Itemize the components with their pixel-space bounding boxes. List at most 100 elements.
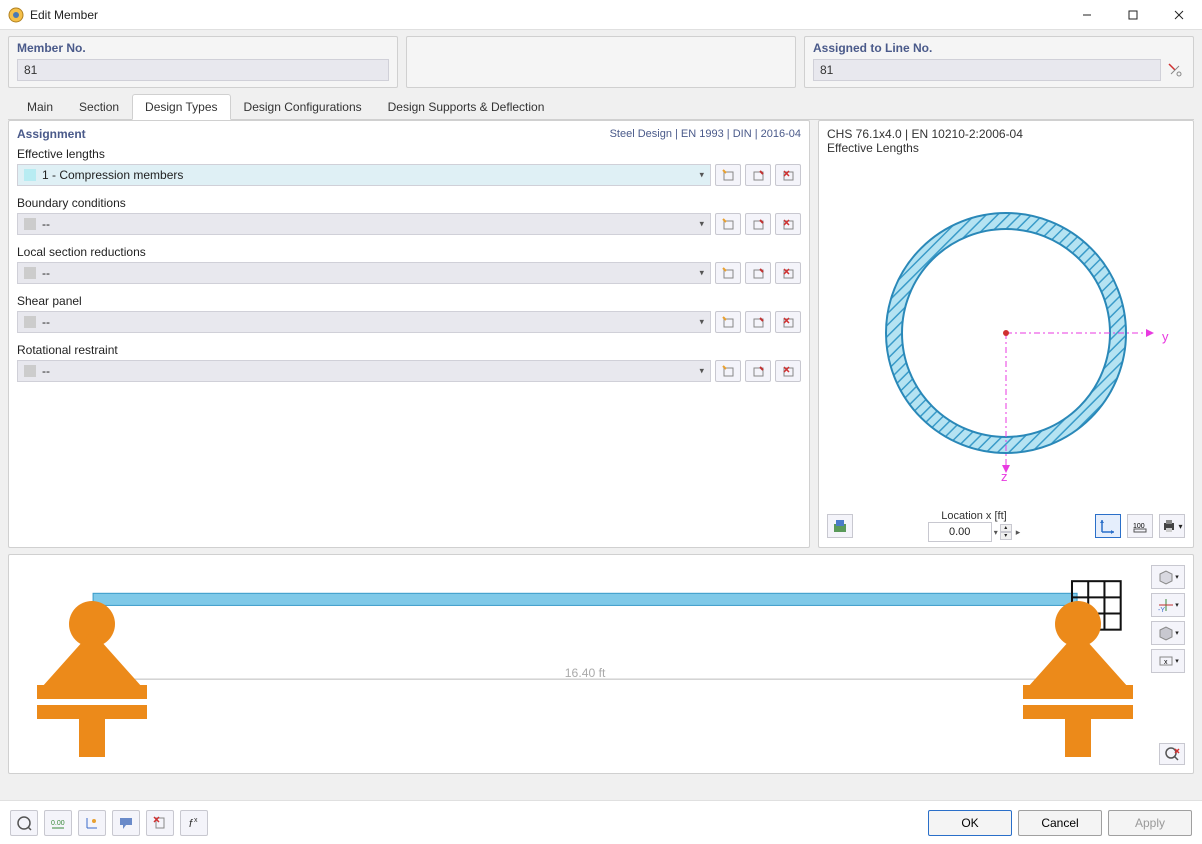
- minimize-button[interactable]: [1064, 0, 1110, 30]
- svg-text:x: x: [1164, 659, 1168, 666]
- edit-effective-lengths-button[interactable]: [745, 164, 771, 186]
- delete-local-section-button[interactable]: [775, 262, 801, 284]
- edit-shear-button[interactable]: [745, 311, 771, 333]
- new-local-section-button[interactable]: [715, 262, 741, 284]
- shear-panel-label: Shear panel: [17, 294, 801, 308]
- assigned-line-label: Assigned to Line No.: [813, 41, 1185, 55]
- shear-panel-combo[interactable]: -- ▾: [17, 311, 711, 333]
- units-button[interactable]: 0.00: [44, 810, 72, 836]
- edit-rotational-button[interactable]: [745, 360, 771, 382]
- chevron-down-icon: ▾: [699, 268, 704, 279]
- delete-effective-lengths-button[interactable]: [775, 164, 801, 186]
- local-section-value: --: [42, 266, 50, 280]
- local-section-label: Local section reductions: [17, 245, 801, 259]
- location-label: Location x [ft]: [941, 510, 1006, 522]
- rotational-restraint-combo[interactable]: -- ▾: [17, 360, 711, 382]
- header-row: Member No. Assigned to Line No.: [8, 36, 1194, 88]
- main-area: Assignment Steel Design | EN 1993 | DIN …: [8, 120, 1194, 800]
- tab-section[interactable]: Section: [66, 94, 132, 119]
- help-button[interactable]: [10, 810, 38, 836]
- right-support-icon: [1023, 601, 1133, 751]
- apply-button[interactable]: Apply: [1108, 810, 1192, 836]
- print-button[interactable]: ▾: [1159, 514, 1185, 538]
- member-no-input[interactable]: [17, 59, 389, 81]
- rotational-restraint-label: Rotational restraint: [17, 343, 801, 357]
- app-icon: [8, 7, 24, 23]
- svg-text:x: x: [194, 817, 198, 824]
- assigned-line-input[interactable]: [813, 59, 1161, 81]
- location-value[interactable]: 0.00: [928, 522, 992, 542]
- axis-y-label: y: [1162, 329, 1169, 344]
- boundary-conditions-value: --: [42, 217, 50, 231]
- new-rotational-button[interactable]: [715, 360, 741, 382]
- delete-rotational-button[interactable]: [775, 360, 801, 382]
- new-effective-lengths-button[interactable]: [715, 164, 741, 186]
- assigned-line-box: Assigned to Line No.: [804, 36, 1194, 88]
- cancel-button[interactable]: Cancel: [1018, 810, 1102, 836]
- effective-lengths-value: 1 - Compression members: [42, 168, 183, 182]
- header-spacer: [406, 36, 796, 88]
- titlebar: Edit Member: [0, 0, 1202, 30]
- new-boundary-button[interactable]: [715, 213, 741, 235]
- local-section-combo[interactable]: -- ▾: [17, 262, 711, 284]
- view-local-axes-button[interactable]: x▾: [1151, 649, 1185, 673]
- delete-shear-button[interactable]: [775, 311, 801, 333]
- tab-main[interactable]: Main: [14, 94, 66, 119]
- view-axes-button[interactable]: [1095, 514, 1121, 538]
- view-shade-button[interactable]: ▾: [1151, 621, 1185, 645]
- new-shear-button[interactable]: [715, 311, 741, 333]
- effective-lengths-label: Effective lengths: [17, 147, 801, 161]
- edit-boundary-button[interactable]: [745, 213, 771, 235]
- boundary-conditions-combo[interactable]: -- ▾: [17, 213, 711, 235]
- step-up-icon[interactable]: ▴: [1000, 524, 1012, 532]
- assignment-title: Assignment: [17, 127, 86, 141]
- close-button[interactable]: [1156, 0, 1202, 30]
- left-support-icon: [37, 601, 147, 751]
- ok-button[interactable]: OK: [928, 810, 1012, 836]
- reset-view-button[interactable]: [1159, 743, 1185, 765]
- effective-lengths-combo[interactable]: 1 - Compression members ▾: [17, 164, 711, 186]
- member-span-view[interactable]: 16.40 ft: [17, 563, 1143, 765]
- window-title: Edit Member: [30, 8, 1064, 22]
- view-iso-button[interactable]: ▾: [1151, 565, 1185, 589]
- field-local-section-reductions: Local section reductions -- ▾: [17, 245, 801, 284]
- preview-pick-button[interactable]: [827, 514, 853, 538]
- field-rotational-restraint: Rotational restraint -- ▾: [17, 343, 801, 382]
- upper-row: Assignment Steel Design | EN 1993 | DIN …: [8, 120, 1194, 548]
- coords-button[interactable]: [78, 810, 106, 836]
- chevron-down-icon: ▾: [699, 366, 704, 377]
- pick-line-icon[interactable]: [1165, 60, 1185, 80]
- edit-local-section-button[interactable]: [745, 262, 771, 284]
- chevron-down-icon[interactable]: ▾: [994, 528, 998, 537]
- view-units-button[interactable]: 100: [1127, 514, 1153, 538]
- footer: 0.00 fx OK Cancel Apply: [0, 800, 1202, 844]
- field-shear-panel: Shear panel -- ▾: [17, 294, 801, 333]
- maximize-button[interactable]: [1110, 0, 1156, 30]
- function-button[interactable]: fx: [180, 810, 208, 836]
- play-icon[interactable]: ▸: [1016, 527, 1021, 538]
- member-no-label: Member No.: [17, 41, 389, 55]
- section-name: CHS 76.1x4.0 | EN 10210-2:2006-04: [827, 127, 1185, 141]
- clear-button[interactable]: [146, 810, 174, 836]
- chevron-down-icon: ▾: [699, 219, 704, 230]
- tabstrip: Main Section Design Types Design Configu…: [8, 94, 1194, 120]
- span-tools: ▾ -Y▾ ▾ x▾: [1151, 565, 1185, 673]
- location-spinner[interactable]: 0.00 ▾ ▴ ▾ ▸: [928, 522, 1021, 542]
- span-length-label: 16.40 ft: [565, 666, 606, 680]
- tab-design-configurations[interactable]: Design Configurations: [231, 94, 375, 119]
- delete-boundary-button[interactable]: [775, 213, 801, 235]
- dialog-body: Member No. Assigned to Line No. Main Sec…: [0, 30, 1202, 800]
- preview-subtitle: Effective Lengths: [827, 141, 1185, 155]
- view-axes-toggle[interactable]: -Y▾: [1151, 593, 1185, 617]
- step-down-icon[interactable]: ▾: [1000, 532, 1012, 540]
- boundary-conditions-label: Boundary conditions: [17, 196, 801, 210]
- svg-text:-Y: -Y: [1158, 607, 1165, 613]
- section-preview-panel: CHS 76.1x4.0 | EN 10210-2:2006-04 Effect…: [818, 120, 1194, 548]
- tab-design-types[interactable]: Design Types: [132, 94, 231, 120]
- tab-design-supports[interactable]: Design Supports & Deflection: [375, 94, 558, 119]
- assignment-panel: Assignment Steel Design | EN 1993 | DIN …: [8, 120, 810, 548]
- section-preview-canvas[interactable]: y z: [827, 159, 1185, 507]
- comments-button[interactable]: [112, 810, 140, 836]
- chevron-down-icon: ▾: [699, 170, 704, 181]
- member-no-box: Member No.: [8, 36, 398, 88]
